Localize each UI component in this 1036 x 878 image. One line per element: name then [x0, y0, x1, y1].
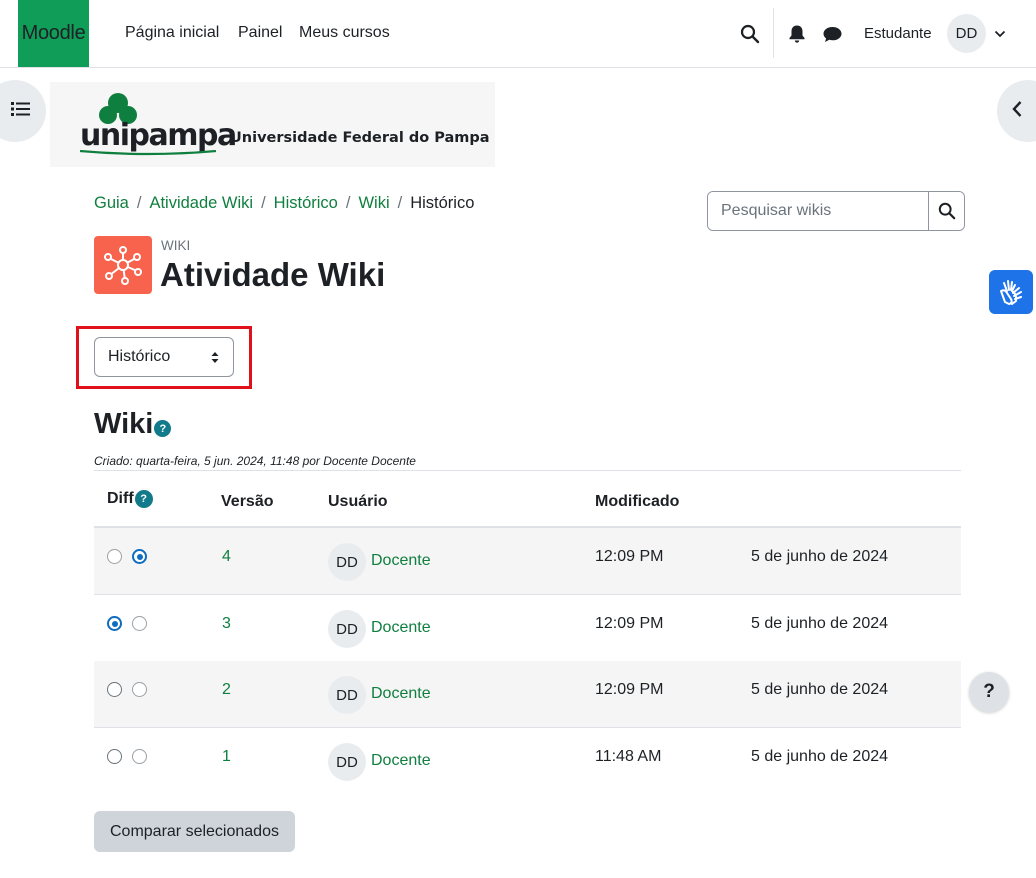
- sort-arrows-icon: [211, 352, 219, 363]
- compare-from-radio[interactable]: [107, 682, 122, 697]
- messages-icon[interactable]: [820, 22, 844, 46]
- course-index-toggle[interactable]: [0, 80, 46, 142]
- user-avatar: DD: [328, 743, 366, 781]
- search-input[interactable]: [708, 192, 929, 230]
- search-button[interactable]: [928, 192, 964, 230]
- breadcrumb-link-history[interactable]: Histórico: [274, 194, 338, 212]
- compare-to-radio[interactable]: [132, 682, 147, 697]
- search-icon: [938, 202, 955, 220]
- nav-my-courses-link[interactable]: Meus cursos: [299, 24, 390, 42]
- modified-date: 5 de junho de 2024: [751, 748, 889, 765]
- modified-time: 12:09 PM: [595, 615, 664, 632]
- help-button[interactable]: ?: [969, 672, 1009, 712]
- table-row: 2 DD Docente 12:09 PM 5 de junho de 2024: [94, 661, 961, 728]
- compare-from-radio[interactable]: [107, 549, 122, 564]
- breadcrumb-link-activity[interactable]: Atividade Wiki: [149, 194, 253, 212]
- breadcrumb-separator: /: [136, 194, 142, 212]
- user-avatar[interactable]: DD: [947, 14, 986, 53]
- user-link[interactable]: Docente: [371, 685, 431, 703]
- breadcrumb-separator: /: [397, 194, 403, 212]
- version-link[interactable]: 3: [222, 615, 231, 633]
- user-link[interactable]: Docente: [371, 552, 431, 570]
- bell-icon[interactable]: [786, 22, 808, 46]
- column-header-modified: Modificado: [595, 493, 680, 510]
- help-icon[interactable]: ?: [134, 490, 153, 508]
- breadcrumb-separator: /: [345, 194, 351, 212]
- wiki-view-select[interactable]: Histórico: [94, 337, 234, 377]
- university-name: Universidade Federal do Pampa: [230, 130, 490, 146]
- navbar: Moodle Página inicial Painel Meus cursos…: [0, 0, 1036, 68]
- compare-to-radio[interactable]: [132, 616, 147, 631]
- created-info: Criado: quarta-feira, 5 jun. 2024, 11:48…: [94, 454, 416, 468]
- version-link[interactable]: 4: [222, 548, 231, 566]
- modified-date: 5 de junho de 2024: [751, 548, 889, 565]
- navbar-divider: [773, 8, 774, 58]
- hands-icon: [1000, 280, 1022, 305]
- search-icon[interactable]: [738, 22, 762, 46]
- list-icon: [11, 101, 30, 122]
- wiki-activity-icon: [94, 236, 152, 294]
- column-header-diff: Diff ?: [107, 490, 153, 508]
- nav-dashboard-link[interactable]: Painel: [238, 24, 282, 42]
- compare-from-radio[interactable]: [107, 749, 122, 764]
- diff-header-label: Diff: [107, 490, 134, 507]
- column-header-user: Usuário: [328, 493, 388, 510]
- breadcrumb-current: Histórico: [410, 194, 475, 212]
- user-avatar: DD: [328, 676, 366, 714]
- compare-selected-button[interactable]: Comparar selecionados: [94, 811, 295, 852]
- modified-date: 5 de junho de 2024: [751, 615, 889, 632]
- column-header-version: Versão: [221, 493, 274, 510]
- modified-time: 11:48 AM: [595, 748, 662, 765]
- activity-type-label: WIKI: [161, 238, 191, 253]
- table-row: 1 DD Docente 11:48 AM 5 de junho de 2024: [94, 728, 961, 795]
- version-link[interactable]: 1: [222, 748, 231, 766]
- compare-from-radio[interactable]: [107, 616, 122, 631]
- logo-underline: [80, 150, 216, 156]
- chevron-left-icon: [1011, 100, 1023, 123]
- logo-wordmark: unipampa: [80, 118, 237, 153]
- breadcrumb-link-wiki[interactable]: Wiki: [358, 194, 389, 212]
- wiki-page-heading: Wiki ?: [94, 408, 172, 441]
- compare-to-radio[interactable]: [132, 749, 147, 764]
- wiki-title: Wiki: [94, 408, 154, 440]
- user-name: Estudante: [864, 25, 932, 42]
- table-row: 4 DD Docente 12:09 PM 5 de junho de 2024: [94, 528, 961, 595]
- compare-to-radio[interactable]: [132, 549, 147, 564]
- block-drawer-toggle[interactable]: [997, 80, 1036, 142]
- divider: [94, 470, 961, 471]
- user-avatar: DD: [328, 543, 366, 581]
- chevron-down-icon[interactable]: [992, 26, 1008, 42]
- breadcrumb: Guia / Atividade Wiki / Histórico / Wiki / Histó…: [94, 194, 474, 213]
- version-link[interactable]: 2: [222, 681, 231, 699]
- help-icon[interactable]: ?: [154, 420, 172, 437]
- brand-logo[interactable]: Moodle: [18, 0, 89, 67]
- select-value: Histórico: [108, 348, 171, 365]
- table-row: 3 DD Docente 12:09 PM 5 de junho de 2024: [94, 595, 961, 662]
- user-link[interactable]: Docente: [371, 752, 431, 770]
- nav-home-link[interactable]: Página inicial: [125, 24, 219, 42]
- modified-date: 5 de junho de 2024: [751, 681, 889, 698]
- modified-time: 12:09 PM: [595, 681, 664, 698]
- page-title: Atividade Wiki: [160, 256, 386, 293]
- modified-time: 12:09 PM: [595, 548, 664, 565]
- sign-language-button[interactable]: [989, 270, 1033, 314]
- breadcrumb-separator: /: [261, 194, 266, 212]
- wiki-search: [707, 191, 965, 231]
- user-link[interactable]: Docente: [371, 619, 431, 637]
- user-avatar: DD: [328, 610, 366, 648]
- breadcrumb-link-guia[interactable]: Guia: [94, 194, 129, 212]
